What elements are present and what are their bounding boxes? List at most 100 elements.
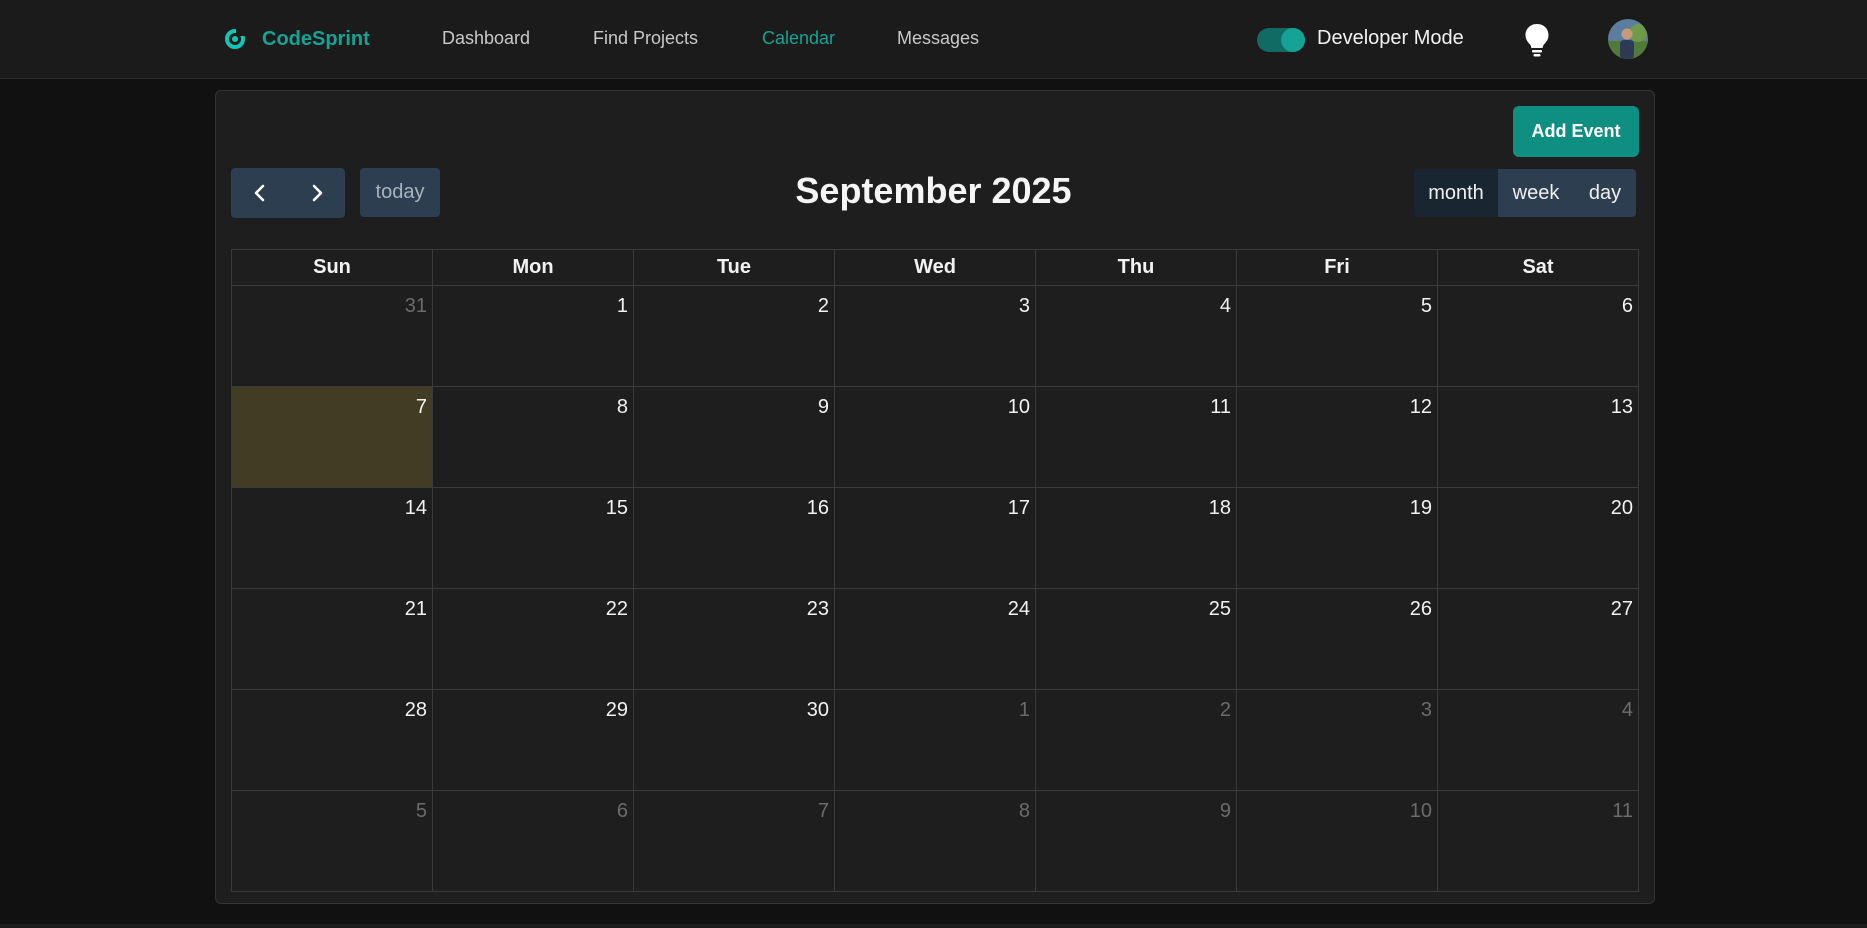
- day-cell[interactable]: 31: [231, 285, 433, 387]
- day-number[interactable]: 1: [617, 286, 633, 318]
- day-number[interactable]: 6: [1622, 286, 1638, 318]
- day-number[interactable]: 28: [405, 690, 432, 722]
- day-number[interactable]: 11: [1210, 387, 1236, 419]
- day-number[interactable]: 16: [807, 488, 834, 520]
- day-cell[interactable]: 1: [432, 285, 634, 387]
- day-cell[interactable]: 28: [231, 689, 433, 791]
- day-number[interactable]: 10: [1008, 387, 1035, 419]
- day-cell[interactable]: 12: [1236, 386, 1438, 488]
- day-number[interactable]: 13: [1611, 387, 1638, 419]
- day-number[interactable]: 5: [416, 791, 432, 823]
- nav-link-find-projects[interactable]: Find Projects: [593, 28, 698, 49]
- day-cell[interactable]: 7: [633, 790, 835, 892]
- view-day-button[interactable]: day: [1574, 169, 1636, 217]
- day-number[interactable]: 18: [1209, 488, 1236, 520]
- view-week-button[interactable]: week: [1498, 169, 1574, 217]
- day-number[interactable]: 19: [1410, 488, 1437, 520]
- day-number[interactable]: 31: [405, 286, 432, 318]
- day-number[interactable]: 25: [1209, 589, 1236, 621]
- day-number[interactable]: 2: [818, 286, 834, 318]
- day-cell-today[interactable]: 7: [231, 386, 433, 488]
- day-cell[interactable]: 3: [1236, 689, 1438, 791]
- day-number[interactable]: 4: [1220, 286, 1236, 318]
- day-number[interactable]: 8: [1019, 791, 1035, 823]
- day-cell[interactable]: 1: [834, 689, 1036, 791]
- day-cell[interactable]: 20: [1437, 487, 1639, 589]
- day-number[interactable]: 17: [1008, 488, 1035, 520]
- day-cell[interactable]: 13: [1437, 386, 1639, 488]
- day-cell[interactable]: 5: [1236, 285, 1438, 387]
- day-number[interactable]: 6: [617, 791, 633, 823]
- avatar-image: [1608, 19, 1648, 59]
- day-number[interactable]: 7: [416, 387, 432, 419]
- day-cell[interactable]: 4: [1035, 285, 1237, 387]
- day-number[interactable]: 11: [1612, 791, 1638, 823]
- day-cell[interactable]: 15: [432, 487, 634, 589]
- developer-mode-toggle[interactable]: [1257, 28, 1305, 52]
- day-number[interactable]: 7: [818, 791, 834, 823]
- day-number[interactable]: 4: [1622, 690, 1638, 722]
- day-cell[interactable]: 24: [834, 588, 1036, 690]
- day-number[interactable]: 1: [1019, 690, 1035, 722]
- day-number[interactable]: 3: [1019, 286, 1035, 318]
- day-number[interactable]: 3: [1421, 690, 1437, 722]
- brand[interactable]: CodeSprint: [224, 25, 370, 53]
- week-row: 7 8 9 10 11 12 13: [231, 386, 1639, 488]
- day-number[interactable]: 15: [606, 488, 633, 520]
- day-number[interactable]: 26: [1410, 589, 1437, 621]
- day-cell[interactable]: 2: [633, 285, 835, 387]
- day-number[interactable]: 12: [1410, 387, 1437, 419]
- day-cell[interactable]: 4: [1437, 689, 1639, 791]
- day-cell[interactable]: 9: [633, 386, 835, 488]
- day-cell[interactable]: 11: [1437, 790, 1639, 892]
- day-cell[interactable]: 14: [231, 487, 433, 589]
- day-cell[interactable]: 11: [1035, 386, 1237, 488]
- day-cell[interactable]: 6: [1437, 285, 1639, 387]
- day-number[interactable]: 10: [1410, 791, 1437, 823]
- day-cell[interactable]: 6: [432, 790, 634, 892]
- nav-link-calendar[interactable]: Calendar: [762, 28, 835, 49]
- view-month-button[interactable]: month: [1414, 169, 1498, 217]
- user-avatar[interactable]: [1608, 19, 1648, 59]
- lightbulb-icon[interactable]: [1524, 23, 1550, 57]
- brand-name: CodeSprint: [262, 27, 370, 50]
- day-cell[interactable]: 17: [834, 487, 1036, 589]
- day-number[interactable]: 23: [807, 589, 834, 621]
- day-cell[interactable]: 27: [1437, 588, 1639, 690]
- add-event-button[interactable]: Add Event: [1513, 106, 1639, 157]
- day-cell[interactable]: 30: [633, 689, 835, 791]
- day-number[interactable]: 30: [807, 690, 834, 722]
- day-number[interactable]: 29: [606, 690, 633, 722]
- weekday-header: Sun: [231, 249, 433, 286]
- day-number[interactable]: 22: [606, 589, 633, 621]
- day-cell[interactable]: 9: [1035, 790, 1237, 892]
- day-cell[interactable]: 18: [1035, 487, 1237, 589]
- day-cell[interactable]: 23: [633, 588, 835, 690]
- day-number[interactable]: 24: [1008, 589, 1035, 621]
- day-cell[interactable]: 5: [231, 790, 433, 892]
- day-cell[interactable]: 21: [231, 588, 433, 690]
- day-number[interactable]: 9: [1220, 791, 1236, 823]
- day-cell[interactable]: 3: [834, 285, 1036, 387]
- day-cell[interactable]: 10: [1236, 790, 1438, 892]
- day-cell[interactable]: 10: [834, 386, 1036, 488]
- day-number[interactable]: 27: [1611, 589, 1638, 621]
- nav-link-dashboard[interactable]: Dashboard: [442, 28, 530, 49]
- day-number[interactable]: 20: [1611, 488, 1638, 520]
- day-cell[interactable]: 16: [633, 487, 835, 589]
- day-number[interactable]: 21: [405, 589, 432, 621]
- day-cell[interactable]: 8: [432, 386, 634, 488]
- day-cell[interactable]: 25: [1035, 588, 1237, 690]
- day-number[interactable]: 5: [1421, 286, 1437, 318]
- day-number[interactable]: 9: [818, 387, 834, 419]
- day-cell[interactable]: 29: [432, 689, 634, 791]
- day-cell[interactable]: 8: [834, 790, 1036, 892]
- day-cell[interactable]: 26: [1236, 588, 1438, 690]
- day-cell[interactable]: 19: [1236, 487, 1438, 589]
- day-number[interactable]: 8: [617, 387, 633, 419]
- day-number[interactable]: 14: [405, 488, 432, 520]
- day-number[interactable]: 2: [1220, 690, 1236, 722]
- nav-link-messages[interactable]: Messages: [897, 28, 979, 49]
- day-cell[interactable]: 22: [432, 588, 634, 690]
- day-cell[interactable]: 2: [1035, 689, 1237, 791]
